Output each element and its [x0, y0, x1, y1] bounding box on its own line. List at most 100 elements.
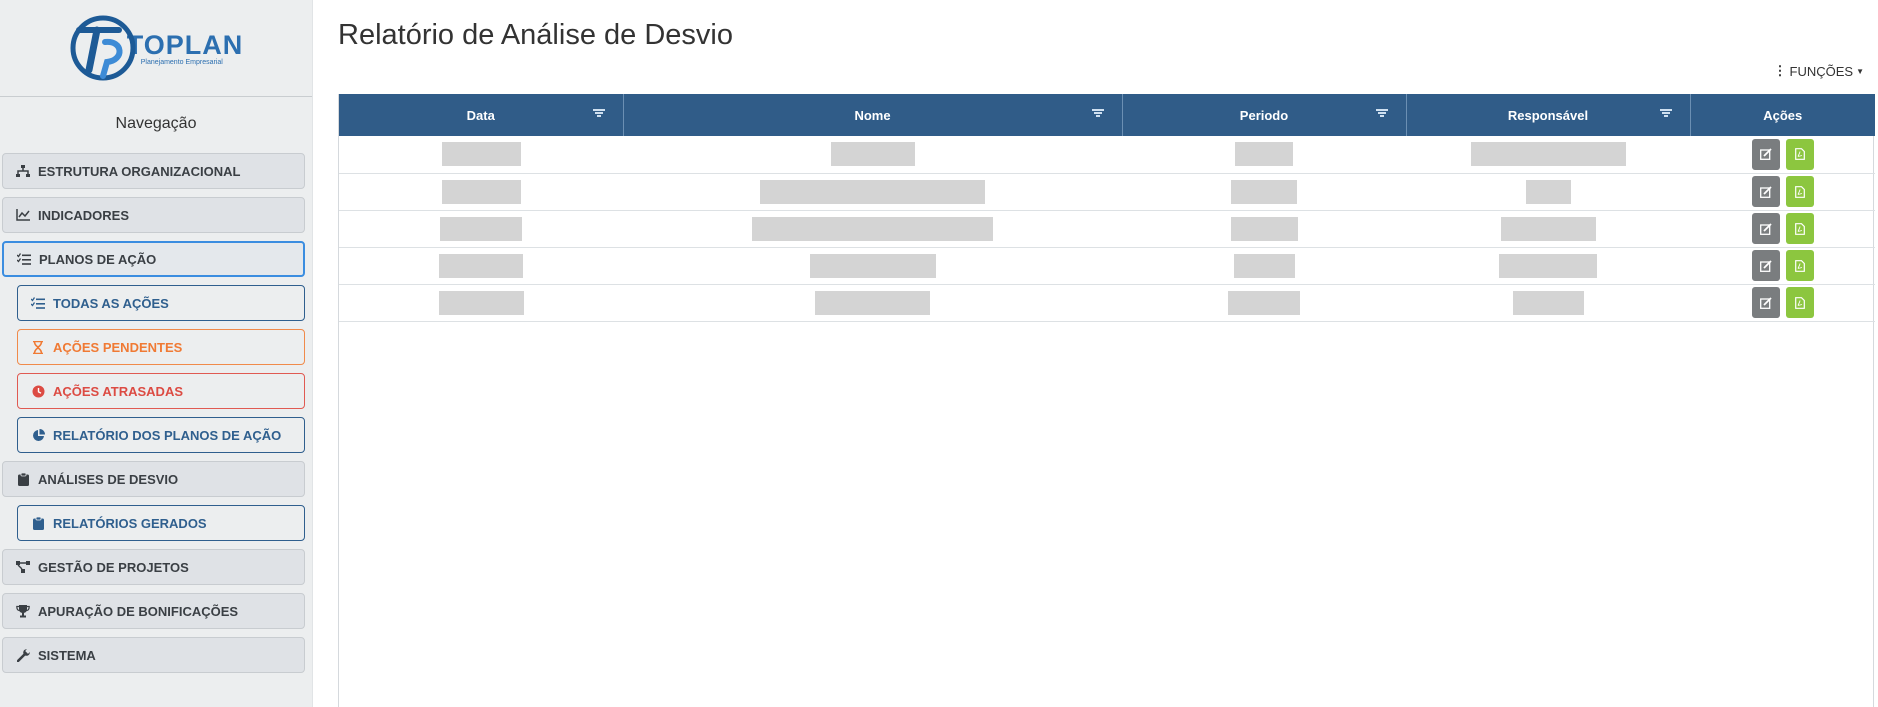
wrench-icon: [15, 647, 31, 663]
column-header-label: Nome: [854, 107, 891, 123]
caret-down-icon: ▼: [1856, 66, 1864, 76]
cell-data: [339, 173, 623, 210]
cell-nome: [623, 173, 1122, 210]
redacted-placeholder: [1235, 142, 1293, 167]
cell-data: [339, 210, 623, 247]
redacted-placeholder: [441, 142, 521, 167]
edit-icon: [1759, 185, 1772, 198]
clipboard-icon: [30, 515, 46, 531]
column-header-label: Periodo: [1239, 107, 1289, 123]
cell-periodo: [1122, 284, 1406, 321]
sitemap-icon: [15, 163, 31, 179]
sidebar-item-label: SISTEMA: [38, 647, 96, 663]
sidebar-item-todas-as-acoes[interactable]: TODAS AS AÇÕES: [17, 285, 305, 321]
redacted-placeholder: [809, 253, 936, 278]
pdf-button[interactable]: [1785, 176, 1814, 207]
cell-periodo: [1122, 247, 1406, 284]
cell-nome: [623, 284, 1122, 321]
filter-icon[interactable]: [1091, 108, 1104, 118]
column-header-responsavel[interactable]: Responsável: [1406, 94, 1691, 136]
pdf-file-icon: [1794, 296, 1805, 309]
cell-nome: [623, 136, 1122, 173]
redacted-placeholder: [1512, 290, 1584, 315]
trophy-icon: [15, 603, 31, 619]
pdf-file-icon: [1794, 222, 1805, 235]
redacted-placeholder: [439, 253, 523, 278]
sidebar-item-label: ANÁLISES DE DESVIO: [38, 471, 179, 487]
report-table: Data Nome Periodo Responsável Ações: [339, 94, 1875, 322]
redacted-placeholder: [1228, 290, 1300, 315]
logo-name: TOPLAN: [126, 30, 244, 60]
table-row: [339, 247, 1875, 284]
cell-periodo: [1122, 136, 1406, 173]
table-header-row: Data Nome Periodo Responsável Ações: [339, 94, 1875, 136]
pdf-file-icon: [1794, 185, 1805, 198]
column-header-data[interactable]: Data: [339, 94, 624, 136]
cell-nome: [623, 210, 1122, 247]
edit-button[interactable]: [1751, 213, 1780, 244]
sidebar-item-estrutura-organizacional[interactable]: ESTRUTURA ORGANIZACIONAL: [2, 153, 305, 189]
redacted-placeholder: [830, 142, 915, 167]
edit-button[interactable]: [1751, 287, 1780, 318]
sidebar-item-label: INDICADORES: [38, 207, 130, 223]
sidebar-item-label: GESTÃO DE PROJETOS: [38, 559, 189, 575]
page-title: Relatório de Análise de Desvio: [338, 19, 733, 51]
sidebar-item-label: AÇÕES ATRASADAS: [53, 383, 184, 399]
funcoes-dropdown[interactable]: ⋮ FUNÇÕES ▼: [1774, 63, 1864, 79]
edit-icon: [1759, 222, 1772, 235]
filter-icon[interactable]: [1375, 108, 1388, 118]
sidebar-item-acoes-atrasadas[interactable]: AÇÕES ATRASADAS: [17, 373, 305, 409]
pdf-button[interactable]: [1785, 287, 1814, 318]
cell-periodo: [1122, 210, 1406, 247]
cell-data: [339, 136, 623, 173]
pdf-button[interactable]: [1785, 213, 1814, 244]
sidebar-item-indicadores[interactable]: INDICADORES: [2, 197, 305, 233]
project-diagram-icon: [15, 559, 31, 575]
column-header-acoes: Ações: [1690, 94, 1875, 136]
column-header-periodo[interactable]: Periodo: [1122, 94, 1407, 136]
kebab-icon: ⋮: [1773, 63, 1787, 78]
logo-area: TOPLAN Planejamento Empresarial: [0, 0, 312, 97]
edit-icon: [1759, 148, 1772, 161]
filter-icon[interactable]: [1659, 108, 1672, 118]
sidebar-item-label: RELATÓRIO DOS PLANOS DE AÇÃO: [53, 427, 282, 443]
cell-data: [339, 284, 623, 321]
pdf-button[interactable]: [1785, 138, 1814, 170]
column-header-label: Ações: [1763, 107, 1803, 123]
redacted-placeholder: [1500, 216, 1596, 241]
column-header-nome[interactable]: Nome: [623, 94, 1123, 136]
sidebar-item-planos-de-acao[interactable]: PLANOS DE AÇÃO: [2, 241, 305, 277]
sidebar-item-relatorio-dos-planos-de-acao[interactable]: RELATÓRIO DOS PLANOS DE AÇÃO: [17, 417, 305, 453]
sidebar-item-label: AÇÕES PENDENTES: [53, 339, 183, 355]
pdf-button[interactable]: [1785, 250, 1814, 281]
sidebar-item-relatorios-gerados[interactable]: RELATÓRIOS GERADOS: [17, 505, 305, 541]
edit-icon: [1759, 296, 1772, 309]
edit-button[interactable]: [1751, 250, 1780, 281]
table-row: [339, 284, 1875, 321]
cell-data: [339, 247, 623, 284]
redacted-placeholder: [440, 216, 522, 241]
sidebar: TOPLAN Planejamento Empresarial Navegaçã…: [0, 0, 313, 707]
toplan-logo[interactable]: TOPLAN Planejamento Empresarial: [69, 14, 244, 82]
tasks-icon: [30, 295, 46, 311]
redacted-placeholder: [760, 179, 985, 204]
sidebar-item-acoes-pendentes[interactable]: AÇÕES PENDENTES: [17, 329, 305, 365]
cell-responsavel: [1406, 284, 1690, 321]
edit-button[interactable]: [1751, 176, 1780, 207]
report-table-container: Data Nome Periodo Responsável Ações: [338, 94, 1875, 707]
redacted-placeholder: [1499, 253, 1597, 278]
hourglass-icon: [30, 339, 46, 355]
redacted-placeholder: [1233, 253, 1295, 278]
funcoes-label: FUNÇÕES: [1789, 63, 1854, 79]
toplan-logo-mark-icon: [70, 15, 136, 81]
table-row: [339, 136, 1875, 173]
pdf-file-icon: [1794, 259, 1805, 272]
redacted-placeholder: [1525, 179, 1571, 204]
sidebar-item-gestao-de-projetos[interactable]: GESTÃO DE PROJETOS: [2, 549, 305, 585]
sidebar-item-apuracao-de-bonificacoes[interactable]: APURAÇÃO DE BONIFICAÇÕES: [2, 593, 305, 629]
sidebar-item-sistema[interactable]: SISTEMA: [2, 637, 305, 673]
sidebar-item-label: APURAÇÃO DE BONIFICAÇÕES: [38, 603, 239, 619]
sidebar-item-analises-de-desvio[interactable]: ANÁLISES DE DESVIO: [2, 461, 305, 497]
edit-button[interactable]: [1751, 138, 1780, 170]
filter-icon[interactable]: [592, 108, 605, 118]
